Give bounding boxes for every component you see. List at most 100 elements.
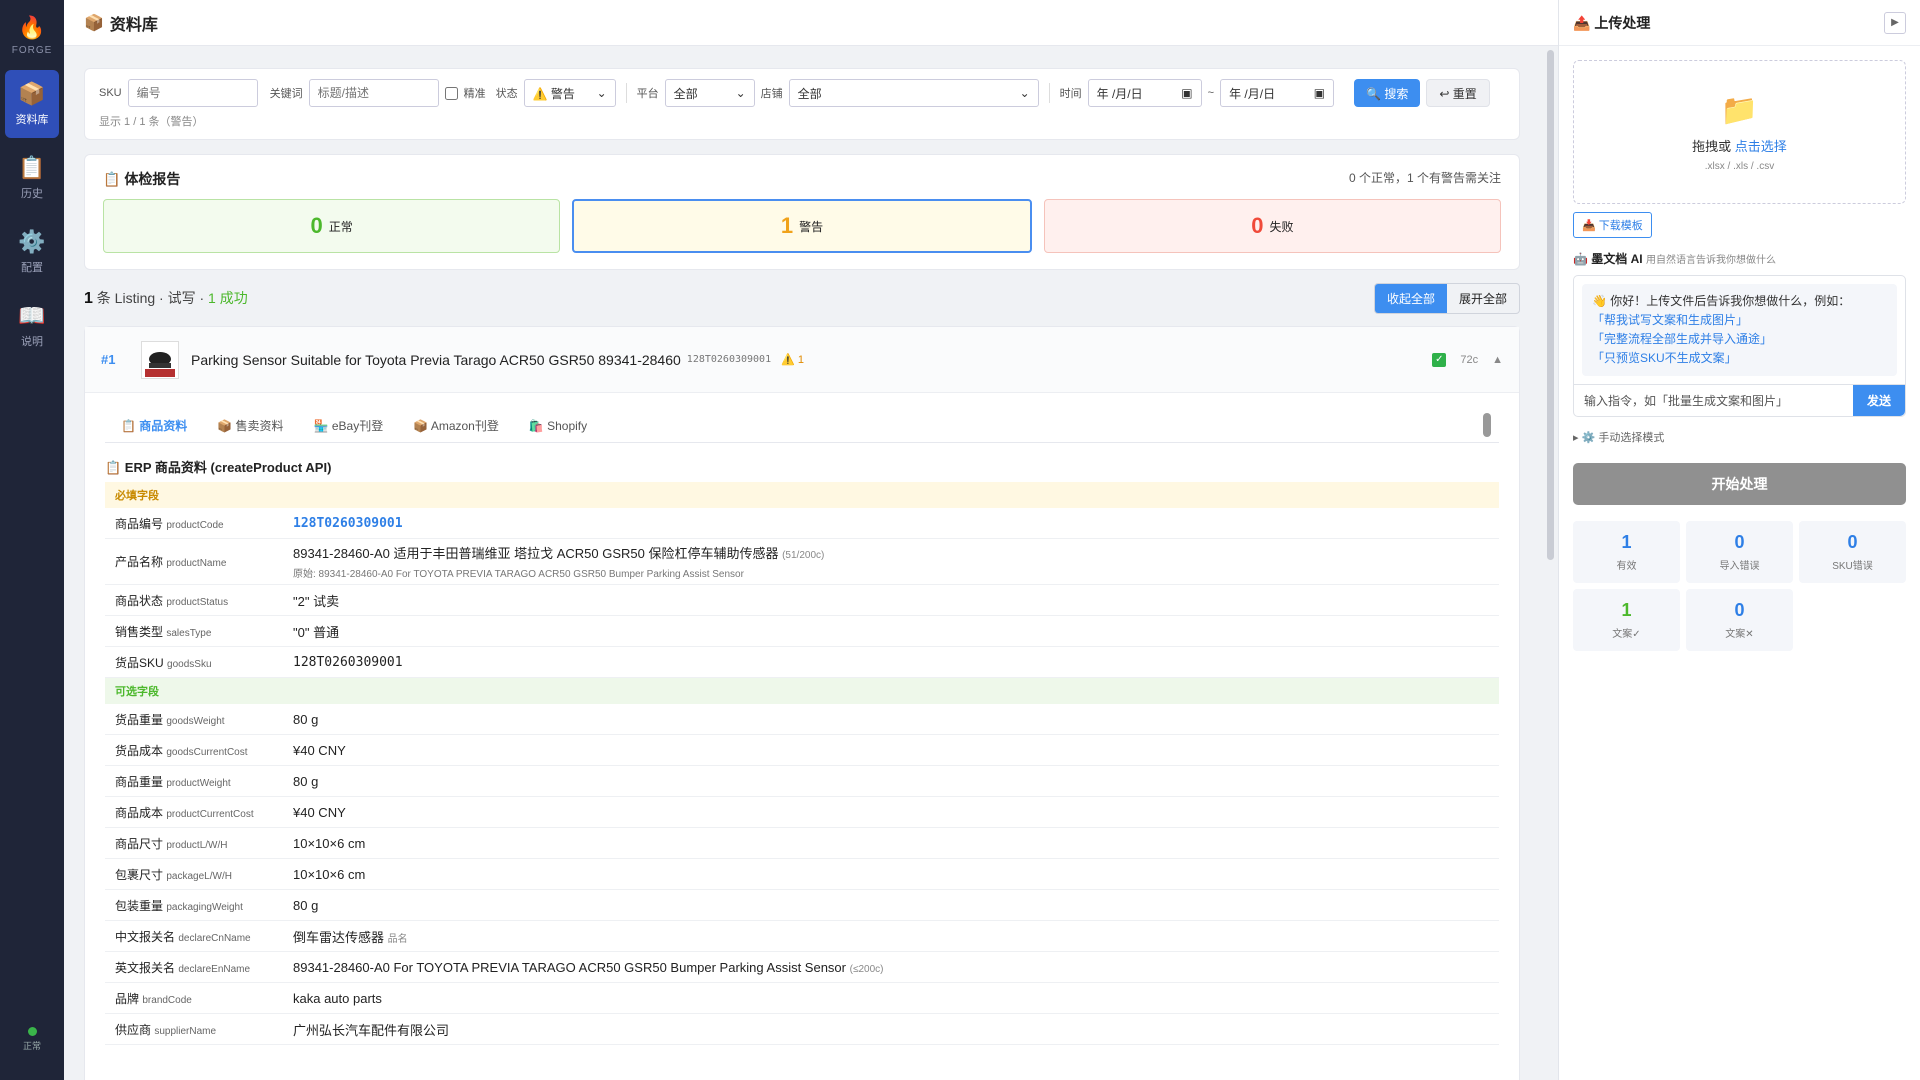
- field-label-en: productCode: [166, 519, 224, 531]
- tab-amazon[interactable]: 📦 Amazon刊登: [413, 417, 499, 434]
- stat-ok-card[interactable]: 0 正常: [103, 199, 561, 253]
- field-row-productname: 产品名称 productName 89341-28460-A0 适用于丰田普瑞维亚…: [105, 539, 1499, 585]
- connection-status: 正常: [0, 1027, 64, 1052]
- listing-summary: 1 条 Listing · 试写 · 1 成功: [84, 288, 248, 308]
- field-label-en: goodsCurrentCost: [166, 746, 248, 758]
- choose-file-link[interactable]: 点击选择: [1735, 139, 1787, 154]
- main-scrollbar[interactable]: [1547, 50, 1554, 560]
- stat-label: 文案✓: [1612, 629, 1641, 640]
- field-row-suppliername: 供应商 supplierName 广州弘长汽车配件有限公司: [105, 1014, 1499, 1045]
- field-value-cell: 10×10×6 cm: [293, 867, 365, 882]
- stat-ok-label: 正常: [328, 219, 353, 234]
- field-row-brandcode: 品牌 brandCode kaka auto parts: [105, 983, 1499, 1014]
- search-button[interactable]: 🔍 搜索: [1354, 79, 1421, 107]
- tab-ebay[interactable]: 🏪 eBay刊登: [314, 417, 384, 434]
- field-value: "2" 试卖: [293, 593, 340, 609]
- field-label-cn: 商品尺寸: [115, 836, 164, 851]
- tab-product-info[interactable]: 📋 商品资料: [121, 417, 187, 434]
- flame-icon: 🔥: [18, 14, 46, 40]
- status-select-value: ⚠️ 警告: [532, 86, 575, 101]
- warning-badge: ⚠️ 1: [781, 354, 804, 366]
- stat-copy-fail: 0 文案✕: [1686, 589, 1793, 651]
- upload-panel: 📤 上传处理 ▶ 📁 拖拽或 点击选择 .xlsx / .xls / .csv …: [1558, 0, 1920, 1080]
- reset-button[interactable]: ↩ 重置: [1426, 79, 1490, 107]
- field-value-cell: 80 g: [293, 898, 318, 913]
- field-row-packagel-w-h: 包裹尺寸 packageL/W/H 10×10×6 cm: [105, 859, 1499, 890]
- field-value-cell: ¥40 CNY: [293, 743, 346, 758]
- field-label-en: brandCode: [142, 994, 192, 1006]
- download-template-button[interactable]: 📥 下载模板: [1573, 212, 1652, 238]
- play-icon[interactable]: ▶: [1884, 11, 1906, 34]
- send-button[interactable]: 发送: [1853, 385, 1905, 416]
- nav-item-config[interactable]: ⚙️ 配置: [5, 218, 59, 286]
- store-select[interactable]: 全部 ⌄: [788, 79, 1039, 107]
- field-value-cell: 89341-28460-A0 For TOYOTA PREVIA TARAGO …: [293, 960, 883, 975]
- field-note: (≤200c): [849, 963, 884, 975]
- divider: [1048, 83, 1050, 103]
- status-select[interactable]: ⚠️ 警告 ⌄: [523, 79, 616, 107]
- field-value: 10×10×6 cm: [293, 866, 366, 882]
- ai-suggestion[interactable]: 「帮我试写文案和生成图片」: [1592, 311, 1887, 330]
- field-value: kaka auto parts: [293, 990, 382, 1006]
- listing-row[interactable]: #1 Parking Sensor Suitable for Toyota Pr…: [85, 327, 1519, 393]
- field-label: 商品尺寸 productL/W/H: [115, 835, 293, 852]
- processing-stats: 1 有效 0 导入错误 0 SKU错误 1 文案✓ 0 文案✕: [1573, 521, 1906, 651]
- dropzone-text: 拖拽或 点击选择: [1692, 136, 1787, 155]
- field-value-cell: 80 g: [293, 712, 318, 727]
- product-thumbnail[interactable]: [141, 340, 179, 379]
- result-hint: 显示 1 / 1 条（警告）: [99, 116, 204, 128]
- tab-sales-info[interactable]: 📦 售卖资料: [217, 417, 283, 434]
- time-label: 时间: [1059, 88, 1082, 100]
- field-note: (51/200c): [782, 550, 825, 561]
- keyword-input[interactable]: [308, 79, 439, 107]
- nav-item-history[interactable]: 📋 历史: [5, 144, 59, 212]
- nav-item-library[interactable]: 📦 资料库: [5, 70, 59, 138]
- collapse-all-button[interactable]: 收起全部: [1374, 283, 1447, 313]
- tabs-scrollbar[interactable]: [1483, 413, 1491, 437]
- chevron-up-icon[interactable]: ▲: [1492, 354, 1503, 366]
- field-label: 销售类型 salesType: [115, 623, 293, 640]
- field-original: 原始: 89341-28460-A0 For TOYOTA PREVIA TAR…: [293, 569, 744, 580]
- stat-value: 1: [1621, 600, 1632, 620]
- sku-input[interactable]: [127, 79, 258, 107]
- left-nav: 🔥 FORGE 📦 资料库 📋 历史 ⚙️ 配置 📖 说明 正常: [0, 0, 64, 1080]
- date-from-value: 年 /月/日: [1096, 86, 1143, 101]
- upload-header: 📤 上传处理 ▶: [1559, 0, 1920, 46]
- field-label: 商品成本 productCurrentCost: [115, 804, 293, 821]
- nav-item-help[interactable]: 📖 说明: [5, 292, 59, 360]
- field-value-cell[interactable]: 128T0260309001: [293, 516, 403, 531]
- section-title: 📋 ERP 商品资料 (createProduct API): [105, 460, 332, 475]
- file-dropzone[interactable]: 📁 拖拽或 点击选择 .xlsx / .xls / .csv: [1573, 60, 1906, 204]
- field-label: 货品成本 goodsCurrentCost: [115, 742, 293, 759]
- ai-suggestion[interactable]: 「完整流程全部生成并导入通途」: [1592, 330, 1887, 349]
- keyword-label: 关键词: [269, 88, 303, 100]
- folder-icon: 📁: [1720, 93, 1759, 127]
- field-label-cn: 英文报关名: [115, 960, 176, 975]
- stat-ok-count: 0: [310, 213, 323, 238]
- start-processing-button[interactable]: 开始处理: [1573, 463, 1906, 505]
- date-from-input[interactable]: 年 /月/日 ▣: [1087, 79, 1202, 107]
- stat-fail-card[interactable]: 0 失败: [1043, 199, 1501, 253]
- field-label-en: declareEnName: [178, 963, 251, 975]
- platform-select[interactable]: 全部 ⌄: [664, 79, 755, 107]
- field-value: 倒车雷达传感器: [293, 929, 385, 945]
- divider: [625, 83, 627, 103]
- collapse-toggle: 收起全部 展开全部: [1373, 282, 1520, 314]
- check-icon: ✓: [1432, 352, 1447, 367]
- field-label-cn: 商品编号: [115, 516, 164, 531]
- date-to-input[interactable]: 年 /月/日 ▣: [1220, 79, 1335, 107]
- manual-mode-toggle[interactable]: ▸ ⚙️ 手动选择模式: [1573, 429, 1906, 445]
- ai-input-row: 输入指令，如「批量生成文案和图片」 发送: [1574, 384, 1905, 416]
- ai-command-input[interactable]: 输入指令，如「批量生成文案和图片」: [1574, 385, 1853, 416]
- store-label: 店铺: [760, 88, 783, 100]
- box-icon: 📦: [18, 81, 46, 106]
- expand-all-button[interactable]: 展开全部: [1447, 284, 1519, 313]
- ai-suggestion[interactable]: 「只预览SKU不生成文案」: [1592, 349, 1887, 368]
- field-value: 128T0260309001: [293, 654, 403, 670]
- field-label: 商品编号 productCode: [115, 515, 293, 532]
- field-row-productcurrentcost: 商品成本 productCurrentCost ¥40 CNY: [105, 797, 1499, 828]
- exact-checkbox[interactable]: [444, 86, 458, 100]
- stat-warn-card[interactable]: 1 警告: [572, 199, 1032, 253]
- tab-shopify[interactable]: 🛍️ Shopify: [529, 419, 587, 433]
- calendar-icon: ▣: [1181, 86, 1193, 100]
